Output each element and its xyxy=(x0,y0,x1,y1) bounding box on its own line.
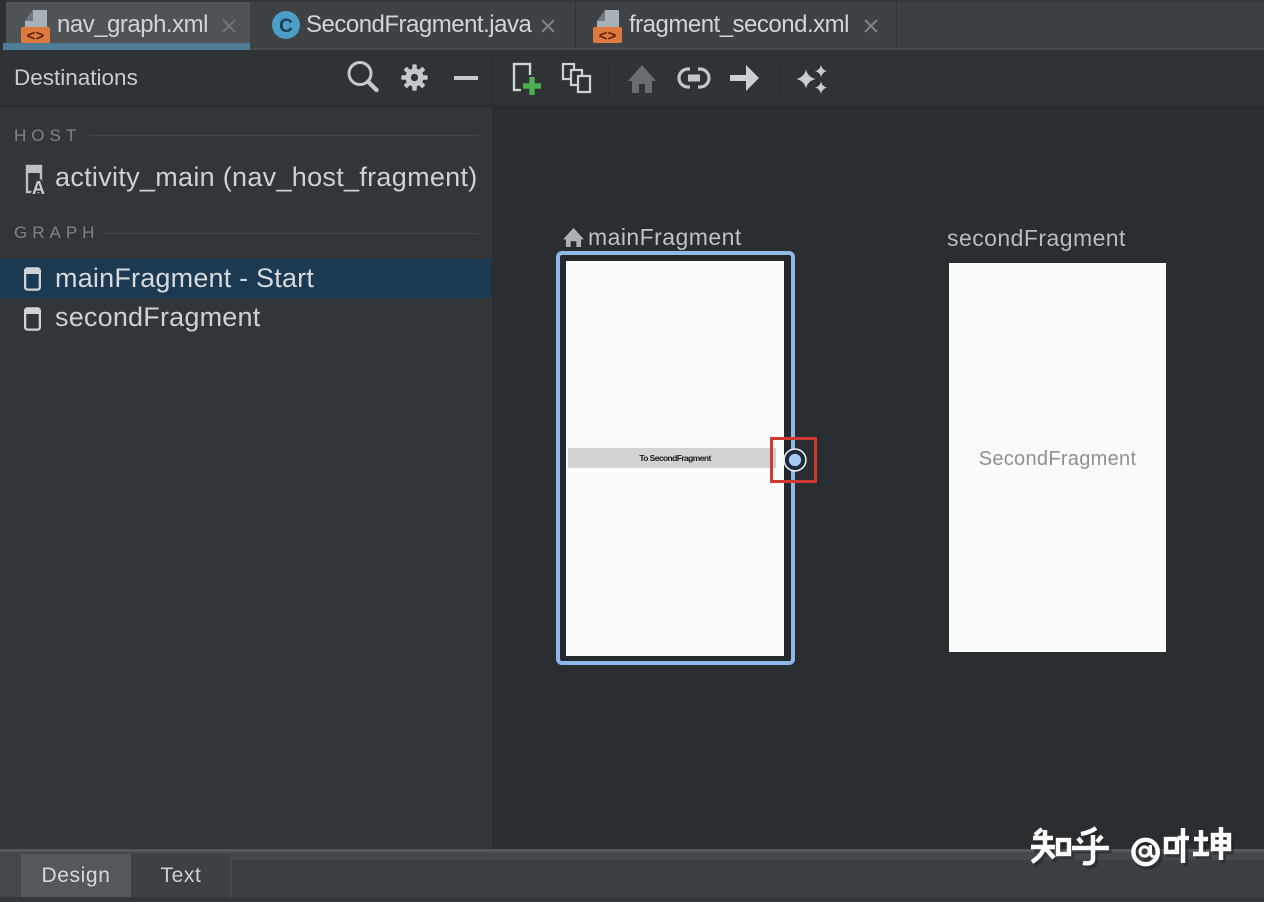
svg-text:C: C xyxy=(279,16,293,37)
svg-text:<>: <> xyxy=(27,28,45,45)
svg-text:<>: <> xyxy=(599,28,617,45)
svg-text:A: A xyxy=(32,178,45,196)
